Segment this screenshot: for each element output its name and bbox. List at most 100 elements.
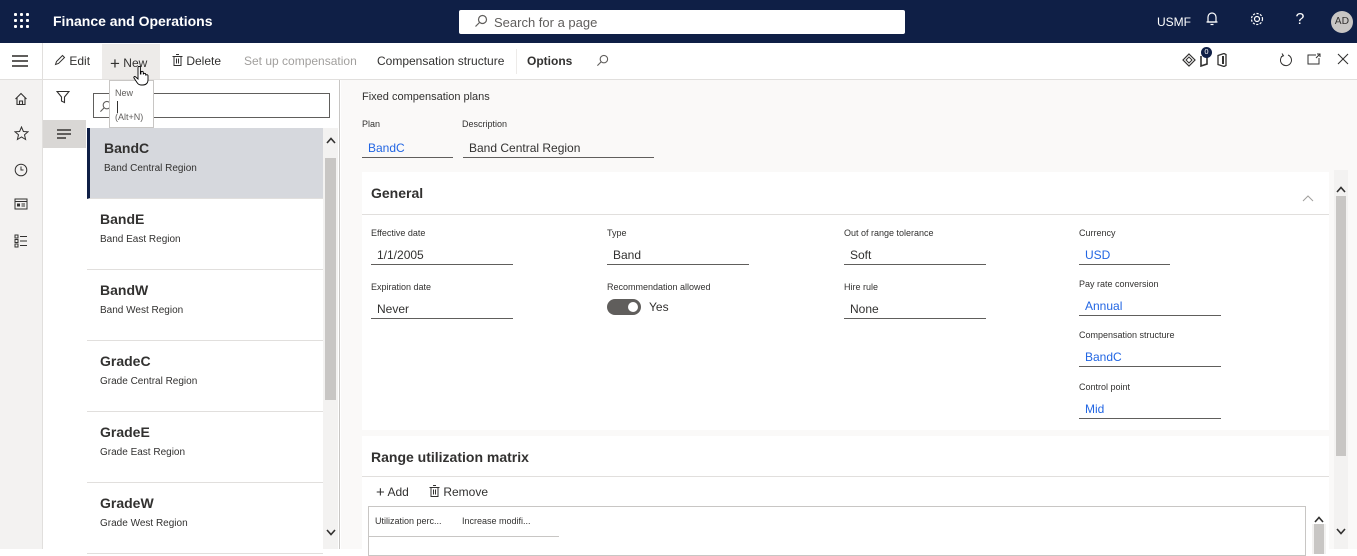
company-picker[interactable]: USMF — [1157, 15, 1191, 29]
scroll-up-icon[interactable] — [323, 136, 338, 147]
tooltip-label: New — [115, 88, 134, 98]
list-item[interactable]: BandW Band West Region — [87, 270, 323, 341]
grid-column-header[interactable]: Utilization perc... — [375, 516, 442, 526]
type-label: Type — [607, 228, 627, 238]
effective-date-field[interactable]: 1/1/2005 — [371, 243, 513, 265]
currency-label: Currency — [1079, 228, 1116, 238]
general-fasttab: General Effective date 1/1/2005 Expirati… — [362, 172, 1329, 430]
user-avatar[interactable]: AD — [1331, 11, 1353, 33]
page-search-input[interactable]: Search for a page — [459, 10, 905, 34]
recommendation-allowed-toggle[interactable] — [607, 299, 641, 315]
edit-button[interactable]: Edit — [54, 54, 90, 68]
expiration-date-field[interactable]: Never — [371, 297, 513, 319]
modules-list-icon[interactable] — [12, 234, 30, 252]
list-item-title: GradeE — [100, 424, 150, 440]
grid-scrollbar[interactable] — [1312, 516, 1326, 554]
hire-rule-label: Hire rule — [844, 282, 879, 292]
compensation-structure-button[interactable]: Compensation structure — [377, 54, 504, 68]
plus-icon: + — [376, 484, 385, 501]
divider — [516, 49, 517, 74]
add-label: Add — [387, 485, 409, 499]
pencil-icon — [54, 54, 66, 68]
list-pane: BandC Band Central Region BandE Band Eas… — [43, 80, 340, 554]
list-scrollbar[interactable] — [323, 128, 338, 549]
divider — [42, 43, 43, 80]
help-icon[interactable]: ? — [1290, 11, 1310, 31]
list-item[interactable]: GradeC Grade Central Region — [87, 341, 323, 412]
add-line-button[interactable]: + Add — [376, 484, 409, 501]
divider — [362, 214, 1329, 215]
remove-line-button[interactable]: Remove — [429, 485, 488, 499]
bell-icon[interactable] — [1202, 11, 1222, 31]
close-icon[interactable] — [1334, 53, 1352, 69]
list-item-subtitle: Band West Region — [100, 305, 184, 316]
list-item-title: BandE — [100, 211, 145, 227]
detail-pane: Fixed compensation plans Plan BandC Desc… — [341, 80, 1357, 556]
collapse-chevron-icon[interactable] — [1302, 187, 1314, 206]
compensation-structure-field[interactable]: BandC — [1079, 345, 1221, 367]
control-point-field[interactable]: Mid — [1079, 397, 1221, 419]
currency-field[interactable]: USD — [1079, 243, 1170, 265]
divider — [362, 476, 1329, 477]
app-launcher-icon[interactable] — [14, 13, 30, 29]
set-up-compensation-button[interactable]: Set up compensation — [244, 54, 357, 68]
list-item[interactable]: GradeW Grade West Region — [87, 483, 323, 554]
divider — [369, 536, 559, 537]
refresh-icon[interactable] — [1277, 53, 1295, 71]
compensation-structure-label: Compensation structure — [1079, 330, 1175, 340]
list-item[interactable]: GradeE Grade East Region — [87, 412, 323, 483]
detail-scrollbar[interactable] — [1334, 170, 1348, 549]
grid-column-header[interactable]: Increase modifi... — [462, 516, 531, 526]
hamburger-menu-icon[interactable] — [12, 55, 28, 70]
remove-label: Remove — [443, 485, 489, 499]
filter-icon[interactable] — [55, 89, 71, 108]
scroll-down-icon[interactable] — [323, 528, 338, 539]
workspaces-icon[interactable] — [12, 198, 30, 216]
list-item-subtitle: Band Central Region — [104, 163, 197, 174]
scrollbar-thumb[interactable] — [1314, 524, 1324, 554]
hire-rule-field[interactable]: None — [844, 297, 986, 319]
pay-rate-conversion-field[interactable]: Annual — [1079, 294, 1221, 316]
attachments-count-badge: 0 — [1201, 47, 1212, 58]
range-utilization-matrix-title[interactable]: Range utilization matrix — [371, 449, 529, 465]
plan-field[interactable]: BandC — [362, 136, 453, 158]
gear-icon[interactable] — [1247, 11, 1267, 31]
out-of-range-tolerance-label: Out of range tolerance — [844, 228, 934, 238]
expiration-date-label: Expiration date — [371, 282, 432, 292]
pay-rate-conversion-label: Pay rate conversion — [1079, 279, 1159, 289]
type-field[interactable]: Band — [607, 243, 749, 265]
scrollbar-thumb[interactable] — [325, 158, 336, 400]
trash-icon — [172, 54, 183, 68]
control-point-label: Control point — [1079, 382, 1131, 392]
out-of-range-tolerance-field[interactable]: Soft — [844, 243, 986, 265]
options-tab[interactable]: Options — [527, 54, 572, 68]
favorites-star-icon[interactable] — [12, 125, 30, 144]
list-view-toggle[interactable] — [43, 120, 86, 148]
scrollbar-thumb[interactable] — [1336, 196, 1346, 456]
app-title[interactable]: Finance and Operations — [53, 13, 212, 29]
recommendation-allowed-value: Yes — [649, 300, 669, 314]
list-item-title: BandC — [104, 140, 150, 156]
scroll-down-icon[interactable] — [1336, 520, 1346, 539]
scroll-up-icon[interactable] — [1336, 178, 1346, 197]
action-search-icon[interactable] — [596, 54, 609, 70]
plan-label: Plan — [362, 119, 381, 129]
edit-label: Edit — [69, 54, 91, 68]
list-item-title: BandW — [100, 282, 149, 298]
open-in-new-window-icon[interactable] — [1305, 53, 1323, 69]
description-field[interactable]: Band Central Region — [463, 136, 654, 158]
delete-button[interactable]: Delete — [172, 54, 221, 68]
list-item-subtitle: Grade Central Region — [100, 376, 198, 387]
page-title: Fixed compensation plans — [362, 91, 490, 103]
list-item[interactable]: BandC Band Central Region — [87, 128, 323, 199]
general-section-title[interactable]: General — [371, 185, 423, 201]
action-pane: Edit + New Delete Set up compensation Co… — [0, 43, 1357, 80]
recommendation-allowed-label: Recommendation allowed — [607, 282, 711, 292]
recent-clock-icon[interactable] — [12, 163, 30, 181]
home-icon[interactable] — [12, 92, 30, 110]
list-item-subtitle: Grade West Region — [100, 518, 188, 529]
list-item[interactable]: BandE Band East Region — [87, 199, 323, 270]
office-icon[interactable] — [1213, 52, 1231, 71]
list-item-title: GradeC — [100, 353, 151, 369]
plus-icon: + — [110, 54, 120, 73]
